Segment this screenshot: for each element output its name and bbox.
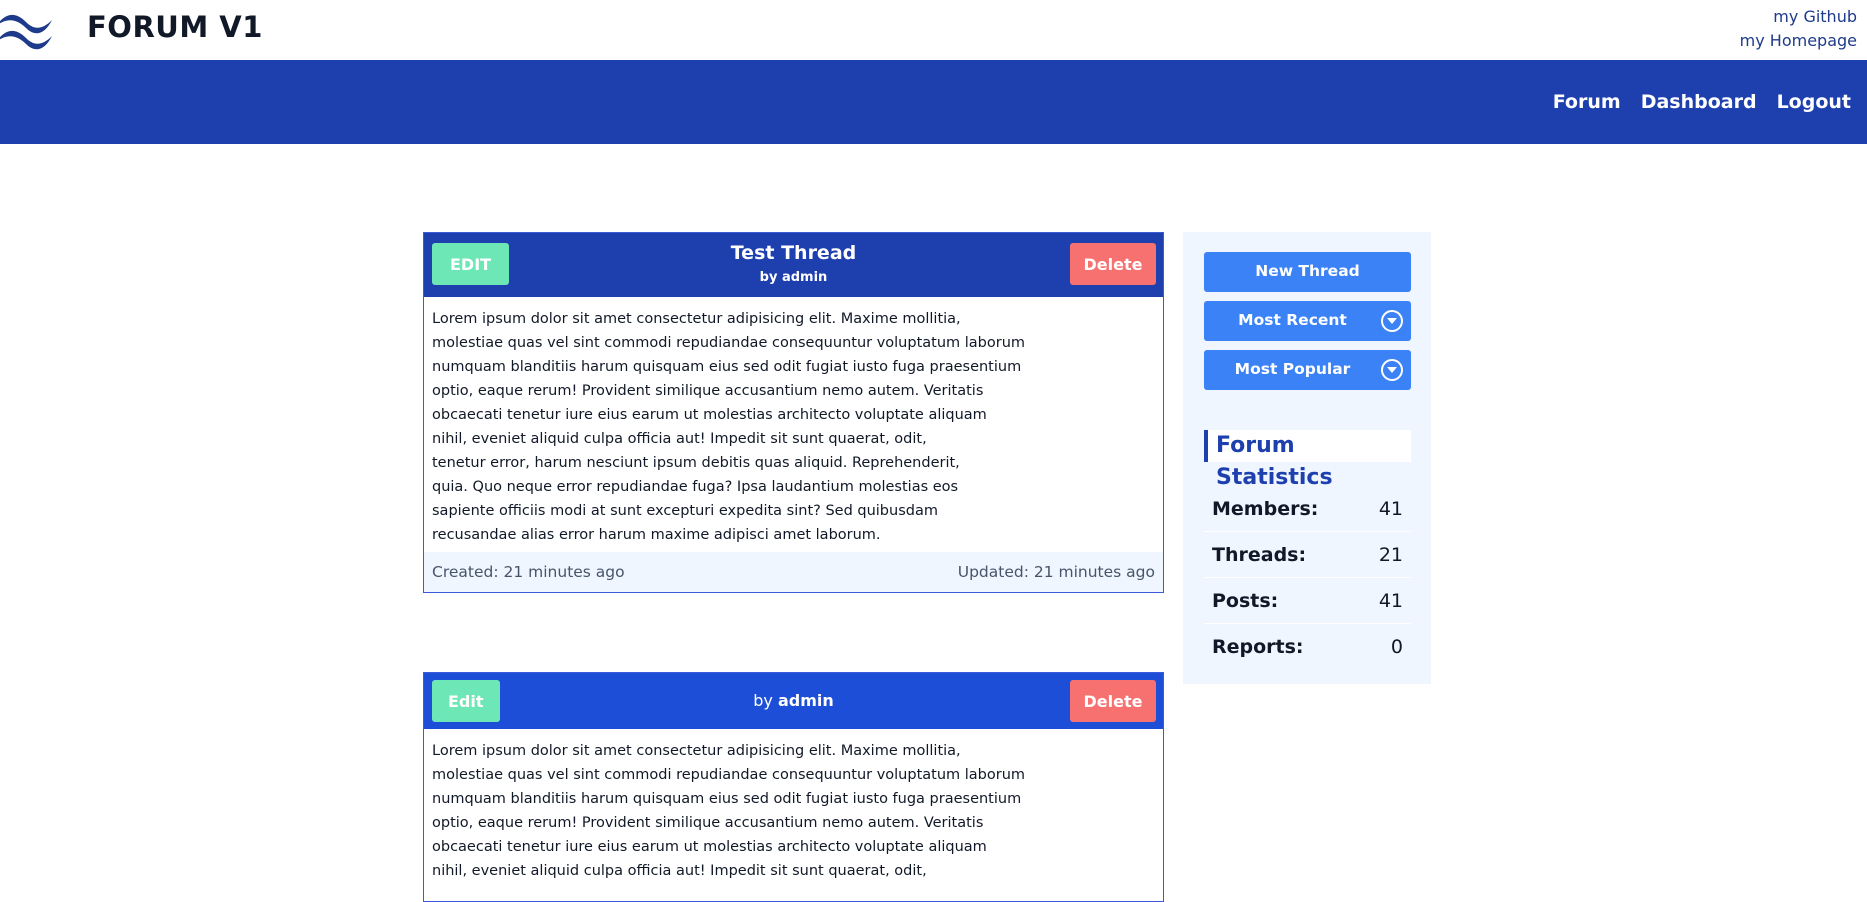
- tailwind-logo-icon: [0, 15, 52, 50]
- body-line: tenetur error, harum nesciunt ipsum debi…: [432, 455, 960, 471]
- stat-value: 0: [1390, 636, 1403, 658]
- body-line: optio, eaque rerum! Provident similique …: [432, 815, 984, 831]
- github-link[interactable]: my Github: [1740, 5, 1857, 29]
- author-prefix: by: [753, 691, 773, 710]
- post-card-header: Edit by admin Delete: [424, 673, 1163, 729]
- post-card: Edit by admin Delete Lorem ipsum dolor s…: [423, 672, 1164, 902]
- nav-dashboard[interactable]: Dashboard: [1641, 91, 1757, 113]
- main-nav: Forum Dashboard Logout: [0, 60, 1867, 144]
- body-line: quia. Quo neque error repudiandae fuga? …: [432, 479, 959, 495]
- body-line: obcaecati tenetur iure eius earum ut mol…: [432, 407, 987, 423]
- top-header: FORUM V1 my Github my Homepage: [0, 0, 1867, 60]
- post-body: Lorem ipsum dolor sit amet consectetur a…: [424, 729, 1163, 891]
- thread-card: EDIT Test Thread by admin Delete Lorem i…: [423, 232, 1164, 593]
- stats-list: Members: 41 Threads: 21 Posts: 41 Report…: [1204, 486, 1411, 670]
- body-line: numquam blanditiis harum quisquam eius s…: [432, 359, 1022, 375]
- stat-reports: Reports: 0: [1204, 624, 1411, 670]
- thread-footer: Created: 21 minutes ago Updated: 21 minu…: [424, 552, 1163, 592]
- stat-members: Members: 41: [1204, 486, 1411, 532]
- new-thread-label: New Thread: [1255, 262, 1360, 280]
- created-time: Created: 21 minutes ago: [432, 563, 625, 581]
- chevron-down-icon: [1381, 359, 1403, 381]
- stats-title: Forum Statistics: [1204, 430, 1411, 490]
- stat-label: Threads:: [1212, 543, 1307, 566]
- body-line: nihil, eveniet aliquid culpa officia aut…: [432, 863, 927, 879]
- stat-value: 41: [1378, 589, 1403, 612]
- body-line: Lorem ipsum dolor sit amet consectetur a…: [432, 311, 961, 327]
- delete-post-button[interactable]: Delete: [1070, 680, 1156, 722]
- site-brand[interactable]: FORUM V1: [87, 10, 263, 44]
- stat-value: 21: [1378, 543, 1403, 566]
- thread-card-header: EDIT Test Thread by admin Delete: [424, 233, 1163, 297]
- delete-thread-button[interactable]: Delete: [1070, 243, 1156, 285]
- most-recent-label: Most Recent: [1238, 311, 1347, 329]
- most-recent-button[interactable]: Most Recent: [1204, 301, 1411, 341]
- homepage-link[interactable]: my Homepage: [1740, 29, 1857, 53]
- body-line: optio, eaque rerum! Provident similique …: [432, 383, 984, 399]
- thread-title[interactable]: Test Thread: [424, 242, 1163, 264]
- body-line: recusandae alias error harum maxime adip…: [432, 527, 881, 543]
- body-line: molestiae quas vel sint commodi repudian…: [432, 335, 1026, 351]
- body-line: sapiente officiis modi at sunt excepturi…: [432, 503, 938, 519]
- thread-author: by admin: [759, 270, 828, 285]
- stat-value: 41: [1378, 497, 1403, 520]
- most-popular-label: Most Popular: [1234, 360, 1351, 378]
- author-name: admin: [777, 691, 834, 710]
- forum-sidebar: New Thread Most Recent Most Popular Foru…: [1183, 232, 1431, 684]
- most-popular-button[interactable]: Most Popular: [1204, 350, 1411, 390]
- body-line: obcaecati tenetur iure eius earum ut mol…: [432, 839, 987, 855]
- stat-label: Reports:: [1212, 636, 1304, 658]
- thread-body: Lorem ipsum dolor sit amet consectetur a…: [424, 297, 1163, 555]
- body-line: Lorem ipsum dolor sit amet consectetur a…: [432, 743, 961, 759]
- external-links: my Github my Homepage: [1740, 5, 1857, 53]
- nav-logout[interactable]: Logout: [1777, 91, 1851, 113]
- new-thread-button[interactable]: New Thread: [1204, 252, 1411, 292]
- stat-posts: Posts: 41: [1204, 578, 1411, 624]
- stat-label: Members:: [1212, 497, 1319, 520]
- post-author: by admin: [424, 691, 1163, 710]
- body-line: molestiae quas vel sint commodi repudian…: [432, 767, 1026, 783]
- stat-threads: Threads: 21: [1204, 532, 1411, 578]
- nav-forum[interactable]: Forum: [1553, 91, 1621, 113]
- stat-label: Posts:: [1212, 589, 1279, 612]
- updated-time: Updated: 21 minutes ago: [957, 563, 1155, 581]
- chevron-down-icon: [1381, 310, 1403, 332]
- body-line: nihil, eveniet aliquid culpa officia aut…: [432, 431, 927, 447]
- body-line: numquam blanditiis harum quisquam eius s…: [432, 791, 1022, 807]
